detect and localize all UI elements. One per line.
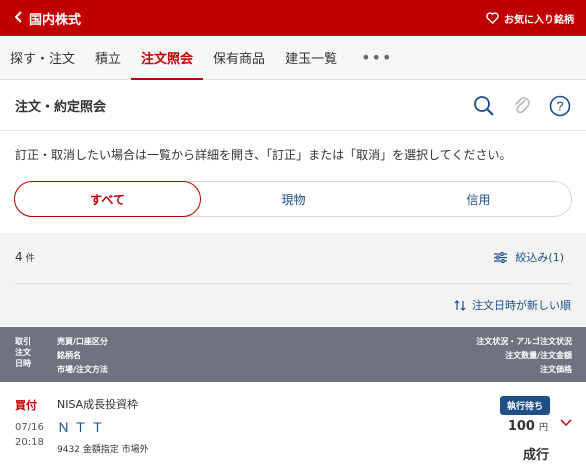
header-label: 取引 <box>15 337 31 346</box>
tab-tsumitate[interactable]: 積立 <box>85 36 131 79</box>
stock-code-method: 9432 金額指定 市場外 <box>57 445 149 455</box>
sort-label: 注文日時が新しい順 <box>472 299 571 312</box>
filter-button[interactable]: 絞込み(1) <box>494 249 564 265</box>
order-row[interactable]: 買付 NISA成長投資枠 07/16 20:18 ＮＴＴ 9432 金額指定 市… <box>0 382 586 473</box>
segment-all[interactable]: すべて <box>14 181 201 217</box>
back-button[interactable]: 国内株式 <box>14 9 81 28</box>
table-header: 取引 注文 日時 売買/口座区分 銘柄名 市場/注文方法 注文状況・アルゴ注文状… <box>0 327 586 382</box>
count-value: 4 <box>15 250 23 264</box>
order-time: 20:18 <box>15 437 44 448</box>
header-actions: ? <box>473 95 571 117</box>
svg-text:?: ? <box>556 98 563 113</box>
more-tabs-button[interactable]: ••• <box>347 36 402 79</box>
price-unit: 円 <box>538 423 548 433</box>
stock-name[interactable]: ＮＴＴ <box>57 417 108 436</box>
tab-search-order[interactable]: 探す・注文 <box>0 36 85 79</box>
header-label: 日時 <box>15 359 31 368</box>
header-label: 注文数量/注文金額 <box>505 351 572 360</box>
trade-side: 買付 <box>15 399 37 412</box>
segment-control: すべて 現物 信用 <box>14 181 572 217</box>
execution-method: 成行 <box>522 448 549 463</box>
paperclip-icon[interactable] <box>513 95 531 117</box>
heart-icon <box>486 12 499 24</box>
segment-margin[interactable]: 信用 <box>386 182 571 216</box>
tab-bar: 探す・注文 積立 注文照会 保有商品 建玉一覧 ••• <box>0 36 586 80</box>
segment-cash[interactable]: 現物 <box>201 182 386 216</box>
header-col-status: 注文状況・アルゴ注文状況 注文数量/注文金額 注文価格 <box>476 335 572 377</box>
price-value: 100 <box>507 419 535 434</box>
status-badge: 執行待ち <box>499 396 550 415</box>
divider <box>15 283 571 284</box>
filter-label: 絞込み(1) <box>515 251 564 264</box>
top-bar: 国内株式 お気に入り銘柄 <box>0 0 586 36</box>
notice-text: 訂正・取消したい場合は一覧から詳細を開き、「訂正」または「取消」を選択してくださ… <box>15 148 512 162</box>
favorites-button[interactable]: お気に入り銘柄 <box>486 11 574 26</box>
sort-button[interactable]: 注文日時が新しい順 <box>454 297 571 313</box>
result-count: 4件 <box>15 250 35 264</box>
header-label: 注文状況・アルゴ注文状況 <box>476 337 572 346</box>
tab-positions[interactable]: 建玉一覧 <box>275 36 347 79</box>
filter-icon <box>494 251 508 263</box>
page-title: 注文・約定照会 <box>15 100 107 115</box>
section-header: 注文・約定照会 ? <box>0 81 586 131</box>
chevron-left-icon <box>14 10 23 26</box>
help-icon[interactable]: ? <box>549 95 571 117</box>
order-price: 100 円 <box>508 419 548 434</box>
order-datetime: 07/16 20:18 <box>15 420 44 450</box>
header-label: 注文価格 <box>540 365 572 374</box>
header-label: 注文 <box>15 348 31 357</box>
tab-order-inquiry[interactable]: 注文照会 <box>131 36 204 80</box>
back-label: 国内株式 <box>29 12 82 28</box>
search-icon[interactable] <box>473 95 495 117</box>
sort-icon <box>454 299 466 311</box>
list-toolbar: 4件 絞込み(1) 注文日時が新しい順 <box>0 233 586 326</box>
account-type: NISA成長投資枠 <box>57 398 139 411</box>
header-label: 市場/注文方法 <box>57 365 108 374</box>
chevron-down-icon[interactable] <box>560 419 572 427</box>
header-label: 銘柄名 <box>57 351 81 360</box>
header-col-stock: 売買/口座区分 銘柄名 市場/注文方法 <box>57 335 108 377</box>
header-col-trade: 取引 注文 日時 <box>15 336 31 369</box>
order-date: 07/16 <box>15 422 44 433</box>
header-label: 売買/口座区分 <box>57 337 108 346</box>
tab-holdings[interactable]: 保有商品 <box>203 36 275 79</box>
count-unit: 件 <box>25 254 35 264</box>
favorites-label: お気に入り銘柄 <box>504 14 574 26</box>
